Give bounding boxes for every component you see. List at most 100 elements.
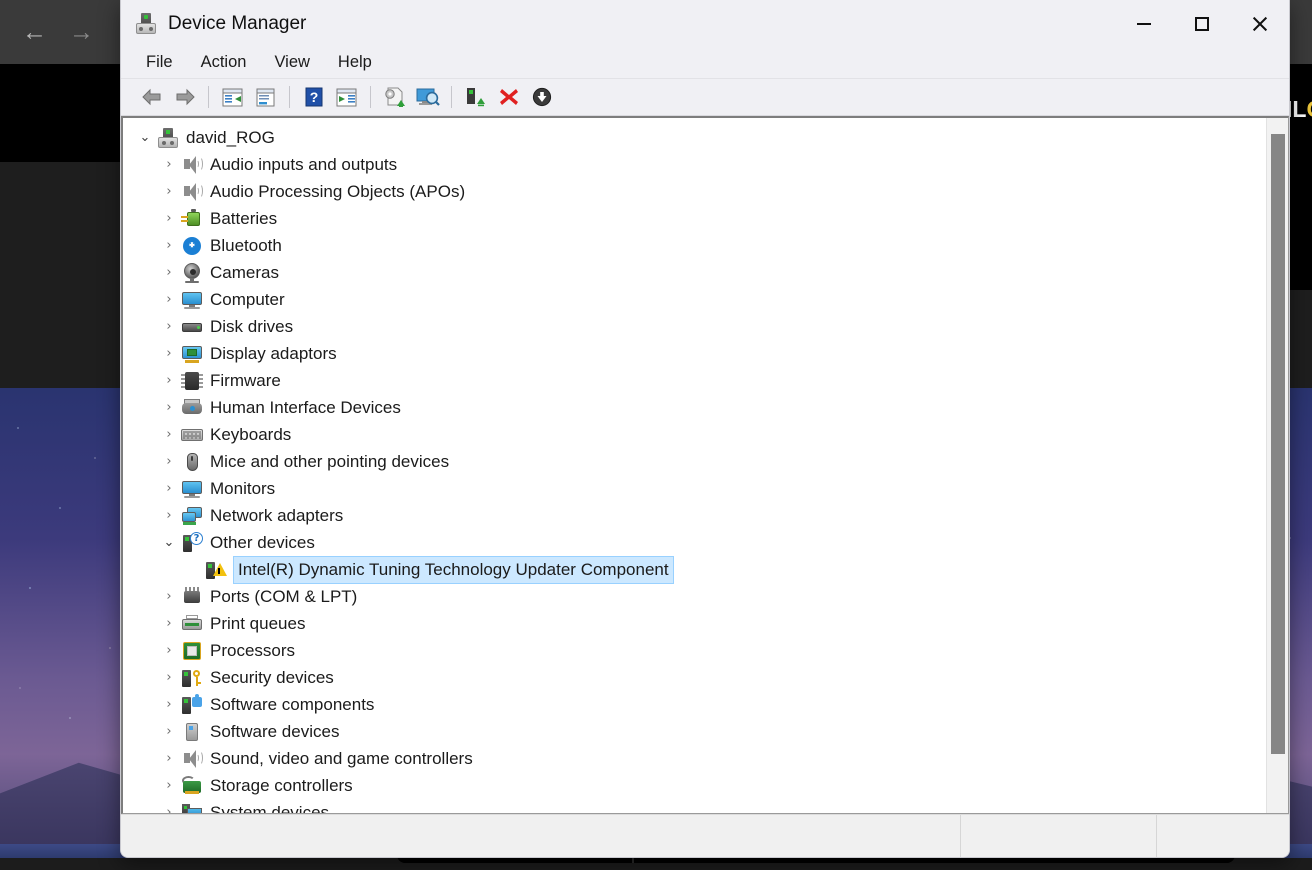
chevron-down-icon[interactable]: ⌄ (133, 130, 157, 145)
back-arrow-icon[interactable]: ← (22, 19, 47, 45)
tree-row-sound-video-and-game-controllers[interactable]: › Sound, video and game controllers (133, 745, 1266, 772)
enable-device-button[interactable] (459, 82, 492, 113)
speaker-icon (181, 749, 203, 769)
tree-row-batteries[interactable]: › Batteries (133, 205, 1266, 232)
tree-row-other-devices[interactable]: ⌄ ? Other devices (133, 529, 1266, 556)
tree-row-computer[interactable]: › Computer (133, 286, 1266, 313)
tree-row-label: Ports (COM & LPT) (210, 586, 358, 606)
show-hide-console-tree-button[interactable] (216, 82, 249, 113)
properties-button[interactable] (249, 82, 282, 113)
tree-row-storage-controllers[interactable]: › Storage controllers (133, 772, 1266, 799)
chevron-right-icon[interactable]: › (157, 427, 181, 442)
tree-row-label: Human Interface Devices (210, 397, 401, 417)
close-button[interactable] (1231, 0, 1289, 47)
tree-row-ports-com-and-lpt[interactable]: › Ports (COM & LPT) (133, 583, 1266, 610)
toolbar-separator (208, 86, 209, 108)
statusbar (121, 814, 1289, 857)
uninstall-device-button[interactable] (492, 82, 525, 113)
scrollbar-thumb[interactable] (1271, 134, 1285, 754)
tree-row-display-adaptors[interactable]: › Display adaptors (133, 340, 1266, 367)
chevron-right-icon[interactable]: › (157, 454, 181, 469)
titlebar-left: Device Manager (121, 12, 307, 35)
chevron-right-icon[interactable]: › (157, 778, 181, 793)
printer-icon (181, 614, 203, 634)
update-driver-button[interactable] (378, 82, 411, 113)
tree-vertical-scrollbar[interactable] (1266, 118, 1288, 813)
computer-root-icon (157, 127, 179, 148)
device-tree[interactable]: ⌄ david_ROG › Audio inputs and outputs ›… (123, 118, 1266, 813)
chevron-right-icon[interactable]: › (157, 589, 181, 604)
chevron-right-icon[interactable]: › (157, 724, 181, 739)
back-button[interactable] (135, 82, 168, 113)
minimize-icon (1137, 22, 1151, 25)
chevron-right-icon[interactable]: › (157, 184, 181, 199)
tree-row-network-adapters[interactable]: › Network adapters (133, 502, 1266, 529)
desktop: ← → ILO Device Manager (0, 0, 1312, 870)
tree-row-audio-processing-objects[interactable]: › Audio Processing Objects (APOs) (133, 178, 1266, 205)
chevron-down-icon[interactable]: ⌄ (157, 535, 181, 550)
tree-row-system-devices[interactable]: › System devices (133, 799, 1266, 813)
close-icon (1251, 15, 1269, 33)
chevron-right-icon[interactable]: › (157, 211, 181, 226)
chevron-right-icon[interactable]: › (157, 805, 181, 813)
help-question-icon: ? (305, 87, 322, 107)
tree-row-monitors[interactable]: › Monitors (133, 475, 1266, 502)
system-device-icon (181, 803, 203, 813)
menu-file[interactable]: File (133, 49, 186, 76)
chevron-right-icon[interactable]: › (157, 346, 181, 361)
tree-row-bluetooth[interactable]: › ᛭ Bluetooth (133, 232, 1266, 259)
tree-row-processors[interactable]: › Processors (133, 637, 1266, 664)
tree-row-cameras[interactable]: › Cameras (133, 259, 1266, 286)
chevron-right-icon[interactable]: › (157, 643, 181, 658)
window-titlebar[interactable]: Device Manager (121, 0, 1289, 47)
firmware-chip-icon (181, 371, 203, 391)
toolbar-separator (289, 86, 290, 108)
chevron-right-icon[interactable]: › (157, 670, 181, 685)
tree-row-label: Keyboards (210, 424, 292, 444)
forward-button[interactable] (168, 82, 201, 113)
scan-hardware-changes-button[interactable] (411, 82, 444, 113)
chevron-right-icon[interactable]: › (157, 319, 181, 334)
chevron-right-icon[interactable]: › (157, 616, 181, 631)
menu-view[interactable]: View (261, 49, 322, 76)
menu-help[interactable]: Help (325, 49, 385, 76)
chevron-right-icon[interactable]: › (157, 373, 181, 388)
tree-row-software-devices[interactable]: › Software devices (133, 718, 1266, 745)
window-title: Device Manager (168, 12, 307, 34)
tree-row-label: Network adapters (210, 505, 344, 525)
maximize-button[interactable] (1173, 0, 1231, 47)
chevron-right-icon[interactable]: › (157, 238, 181, 253)
edge-text-yellow: O (1306, 96, 1312, 122)
bluetooth-icon: ᛭ (181, 236, 203, 256)
tree-row-audio-inputs-and-outputs[interactable]: › Audio inputs and outputs (133, 151, 1266, 178)
display-adapter-icon (181, 344, 203, 364)
chevron-right-icon[interactable]: › (157, 292, 181, 307)
tree-row-firmware[interactable]: › Firmware (133, 367, 1266, 394)
chevron-right-icon[interactable]: › (157, 481, 181, 496)
tree-row-human-interface-devices[interactable]: › Human Interface Devices (133, 394, 1266, 421)
disable-device-button[interactable] (525, 82, 558, 113)
status-main-cell (121, 815, 960, 857)
chevron-right-icon[interactable]: › (157, 697, 181, 712)
tree-row-mice-and-other-pointing-devices[interactable]: › Mice and other pointing devices (133, 448, 1266, 475)
monitor-icon (181, 290, 203, 310)
window-controls (1115, 0, 1289, 47)
tree-row-disk-drives[interactable]: › Disk drives (133, 313, 1266, 340)
console-tree-icon (222, 88, 243, 106)
help-button[interactable]: ? (297, 82, 330, 113)
show-hide-action-pane-button[interactable] (330, 82, 363, 113)
tree-row-print-queues[interactable]: › Print queues (133, 610, 1266, 637)
tree-row-security-devices[interactable]: › Security devices (133, 664, 1266, 691)
minimize-button[interactable] (1115, 0, 1173, 47)
tree-row-intel-dynamic-tuning-technology-updater-component[interactable]: › Intel(R) Dynamic Tuning Technology Upd… (133, 556, 1266, 583)
chevron-right-icon[interactable]: › (157, 157, 181, 172)
chevron-right-icon[interactable]: › (157, 400, 181, 415)
forward-arrow-icon[interactable]: → (69, 19, 94, 45)
tree-row-keyboards[interactable]: › Keyboards (133, 421, 1266, 448)
tree-row-software-components[interactable]: › Software components (133, 691, 1266, 718)
menu-action[interactable]: Action (188, 49, 260, 76)
tree-row-root[interactable]: ⌄ david_ROG (133, 124, 1266, 151)
chevron-right-icon[interactable]: › (157, 751, 181, 766)
chevron-right-icon[interactable]: › (157, 508, 181, 523)
chevron-right-icon[interactable]: › (157, 265, 181, 280)
